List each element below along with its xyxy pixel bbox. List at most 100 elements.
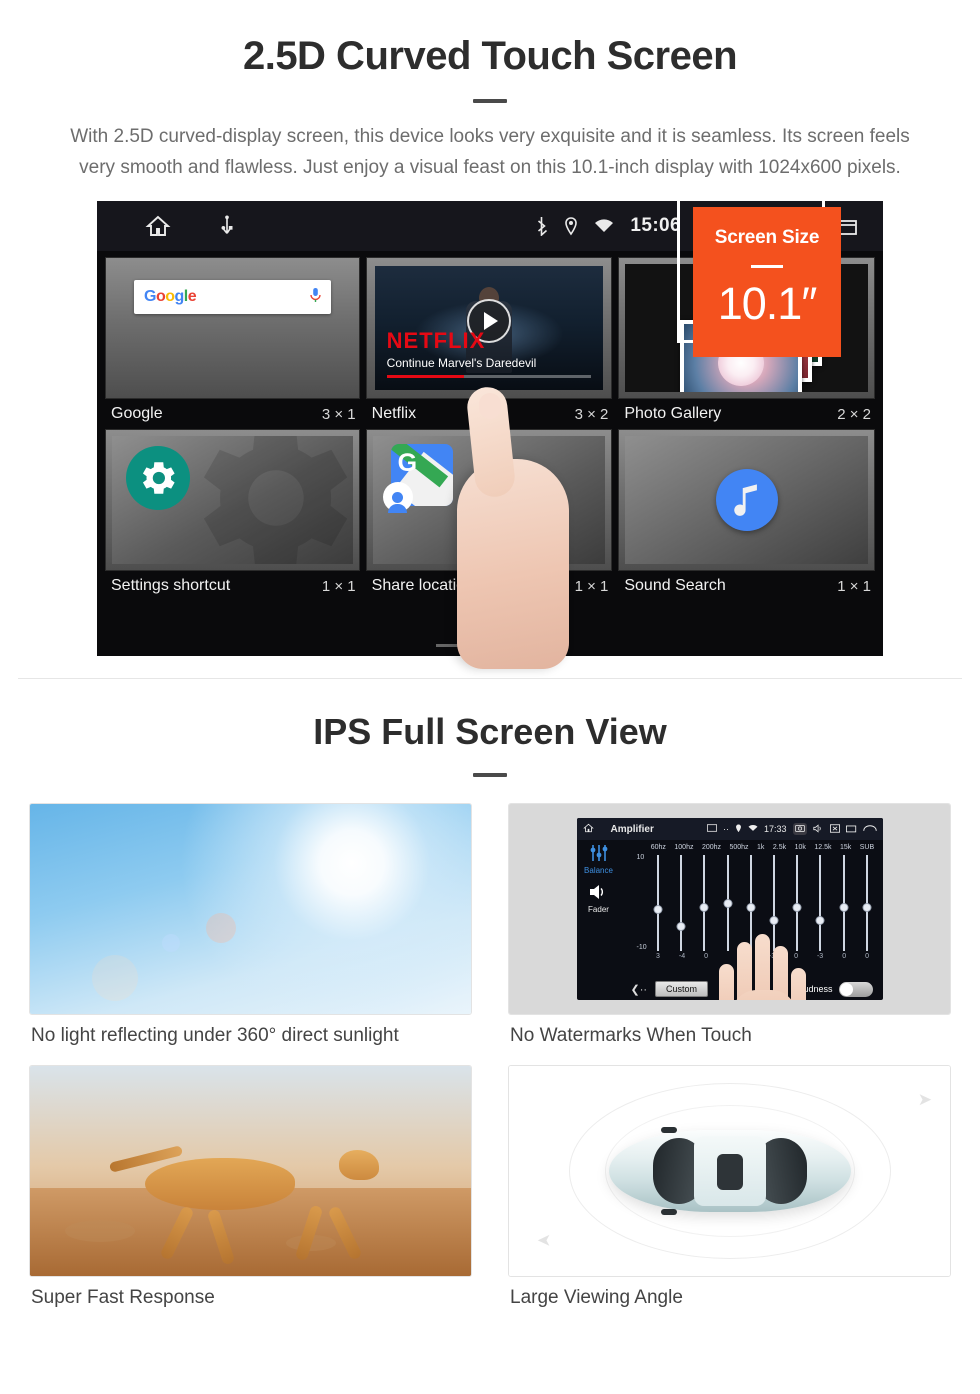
widget-settings-shortcut[interactable]: Settings shortcut 1 × 1 [105, 429, 360, 601]
screen-size-badge: Screen Size 10.1″ [693, 207, 841, 357]
gear-watermark-icon [177, 436, 353, 564]
band-label: 12.5k [814, 844, 832, 851]
widget-label: Share location [371, 577, 474, 594]
widget-netflix[interactable]: NETFLIX Continue Marvel's Daredevil Netf… [365, 257, 613, 429]
page-dot-2[interactable] [476, 644, 504, 647]
amplifier-title: Amplifier [610, 823, 654, 835]
feature-card-sunlight: No light reflecting under 360° direct su… [29, 803, 472, 1047]
dots-icon[interactable]: ·· [723, 824, 729, 834]
frequency-band-labels: 60hz 100hz 200hz 500hz 1k 2.5k 10k 12.5k… [625, 844, 879, 851]
eq-slider[interactable] [815, 855, 825, 951]
netflix-preview[interactable]: NETFLIX Continue Marvel's Daredevil [374, 266, 604, 390]
card-caption: Large Viewing Angle [510, 1287, 683, 1308]
card-caption: No Watermarks When Touch [510, 1025, 752, 1046]
eq-slider[interactable] [653, 855, 663, 951]
google-wordmark: Google [144, 288, 197, 305]
widget-size: 3 × 1 [321, 405, 356, 423]
eq-slider[interactable] [862, 855, 872, 951]
music-note-icon[interactable] [715, 469, 778, 531]
rotation-arrow-icon: ➤ [537, 1231, 552, 1250]
balance-label[interactable]: Balance [584, 866, 613, 875]
car-top-view-illustration: ➤ ➤ [508, 1065, 951, 1277]
amplifier-screen: Amplifier ·· 17:33 Balance Fader 10 -10 … [576, 818, 883, 1000]
page-title: 2.5D Curved Touch Screen [242, 34, 738, 78]
loudness-toggle[interactable] [838, 981, 873, 997]
widget-label: Google [111, 405, 163, 422]
netflix-subtitle: Continue Marvel's Daredevil [386, 356, 537, 370]
band-value: 0 [865, 953, 869, 960]
settings-gear-icon[interactable] [126, 446, 190, 510]
scale-top-label: 10 [636, 854, 645, 861]
close-box-icon[interactable] [829, 823, 840, 835]
location-pin-icon[interactable] [735, 823, 742, 835]
widget-size: 1 × 1 [837, 577, 871, 595]
preset-button[interactable]: Custom [655, 981, 709, 997]
page-indicator[interactable] [436, 644, 544, 647]
page-dot-1[interactable] [436, 644, 464, 647]
band-label: 10k [794, 844, 806, 851]
widget-label: Photo Gallery [624, 405, 722, 422]
widget-size: 1 × 1 [574, 577, 609, 595]
location-pin-icon[interactable] [564, 216, 578, 236]
section-two-title: IPS Full Screen View [313, 711, 667, 752]
title-divider [473, 99, 507, 103]
camera-icon[interactable] [792, 823, 807, 835]
speaker-icon[interactable] [588, 883, 610, 903]
sunlight-sky-photo [29, 803, 472, 1015]
amplifier-sidebar: Balance Fader [577, 840, 621, 1000]
netflix-progress-bar [386, 375, 592, 378]
previous-preset-icon[interactable]: ❮·· [631, 983, 648, 996]
band-value: 0 [704, 953, 708, 960]
fader-label[interactable]: Fader [588, 905, 609, 914]
amplifier-equalizer-panel: 10 -10 60hz 100hz 200hz 500hz 1k 2.5k 10 [621, 840, 883, 1000]
settings-preview[interactable] [112, 436, 353, 564]
card-caption: Super Fast Response [31, 1287, 215, 1308]
widget-size: 1 × 1 [321, 577, 356, 595]
widget-size: 3 × 2 [574, 405, 609, 423]
wifi-icon[interactable] [748, 824, 758, 834]
feature-card-grid: No light reflecting under 360° direct su… [29, 803, 951, 1309]
badge-value: 10.1″ [717, 278, 818, 329]
widget-row-2: Settings shortcut 1 × 1 G Share location… [105, 429, 875, 601]
sound-search-preview[interactable] [625, 436, 868, 564]
widget-size: 2 × 2 [837, 405, 871, 423]
curved-touch-screen-section: 2.5D Curved Touch Screen With 2.5D curve… [0, 0, 980, 669]
eq-slider[interactable] [839, 855, 849, 951]
eq-slider[interactable] [676, 855, 686, 951]
device-screenshot-wrapper: 15:06 Google Google 3 × 1 NETFLIX Contin… [97, 195, 883, 669]
gallery-icon[interactable] [706, 824, 717, 834]
feature-card-no-watermarks: Amplifier ·· 17:33 Balance Fader 10 -10 … [508, 803, 951, 1047]
widget-share-location[interactable]: G Share location 1 × 1 [365, 429, 613, 601]
share-location-preview[interactable]: G [372, 436, 606, 564]
widget-google[interactable]: Google Google 3 × 1 [105, 257, 360, 429]
band-label: 500hz [729, 844, 749, 851]
bluetooth-icon[interactable] [535, 216, 548, 236]
back-arrow-icon[interactable] [862, 824, 877, 835]
recents-icon[interactable] [845, 824, 857, 835]
page-dot-3-active[interactable] [516, 644, 544, 647]
band-label: 2.5k [772, 844, 787, 851]
band-value: 0 [842, 953, 847, 960]
microphone-icon[interactable] [309, 287, 321, 308]
google-search-bar[interactable]: Google [134, 280, 331, 314]
volume-icon[interactable] [812, 823, 824, 835]
running-cheetah-photo [29, 1065, 472, 1277]
home-icon[interactable] [145, 214, 171, 238]
equalizer-icon[interactable] [589, 844, 609, 864]
netflix-logo: NETFLIX [386, 328, 486, 353]
band-value: 3 [655, 953, 660, 960]
widget-sound-search[interactable]: Sound Search 1 × 1 [618, 429, 875, 601]
rotation-arrow-icon: ➤ [917, 1090, 932, 1109]
home-icon[interactable] [582, 823, 594, 835]
feature-card-fast-response: Super Fast Response [29, 1065, 472, 1309]
car-body [608, 1127, 851, 1215]
widget-label: Settings shortcut [111, 577, 231, 594]
usb-icon[interactable] [219, 215, 235, 237]
band-label: SUB [859, 844, 875, 851]
amplifier-clock: 17:33 [763, 824, 787, 834]
band-label: 200hz [701, 844, 722, 851]
wifi-icon[interactable] [594, 218, 614, 234]
eq-slider[interactable] [699, 855, 709, 951]
badge-label: Screen Size [714, 227, 820, 248]
person-badge-icon [382, 482, 413, 513]
